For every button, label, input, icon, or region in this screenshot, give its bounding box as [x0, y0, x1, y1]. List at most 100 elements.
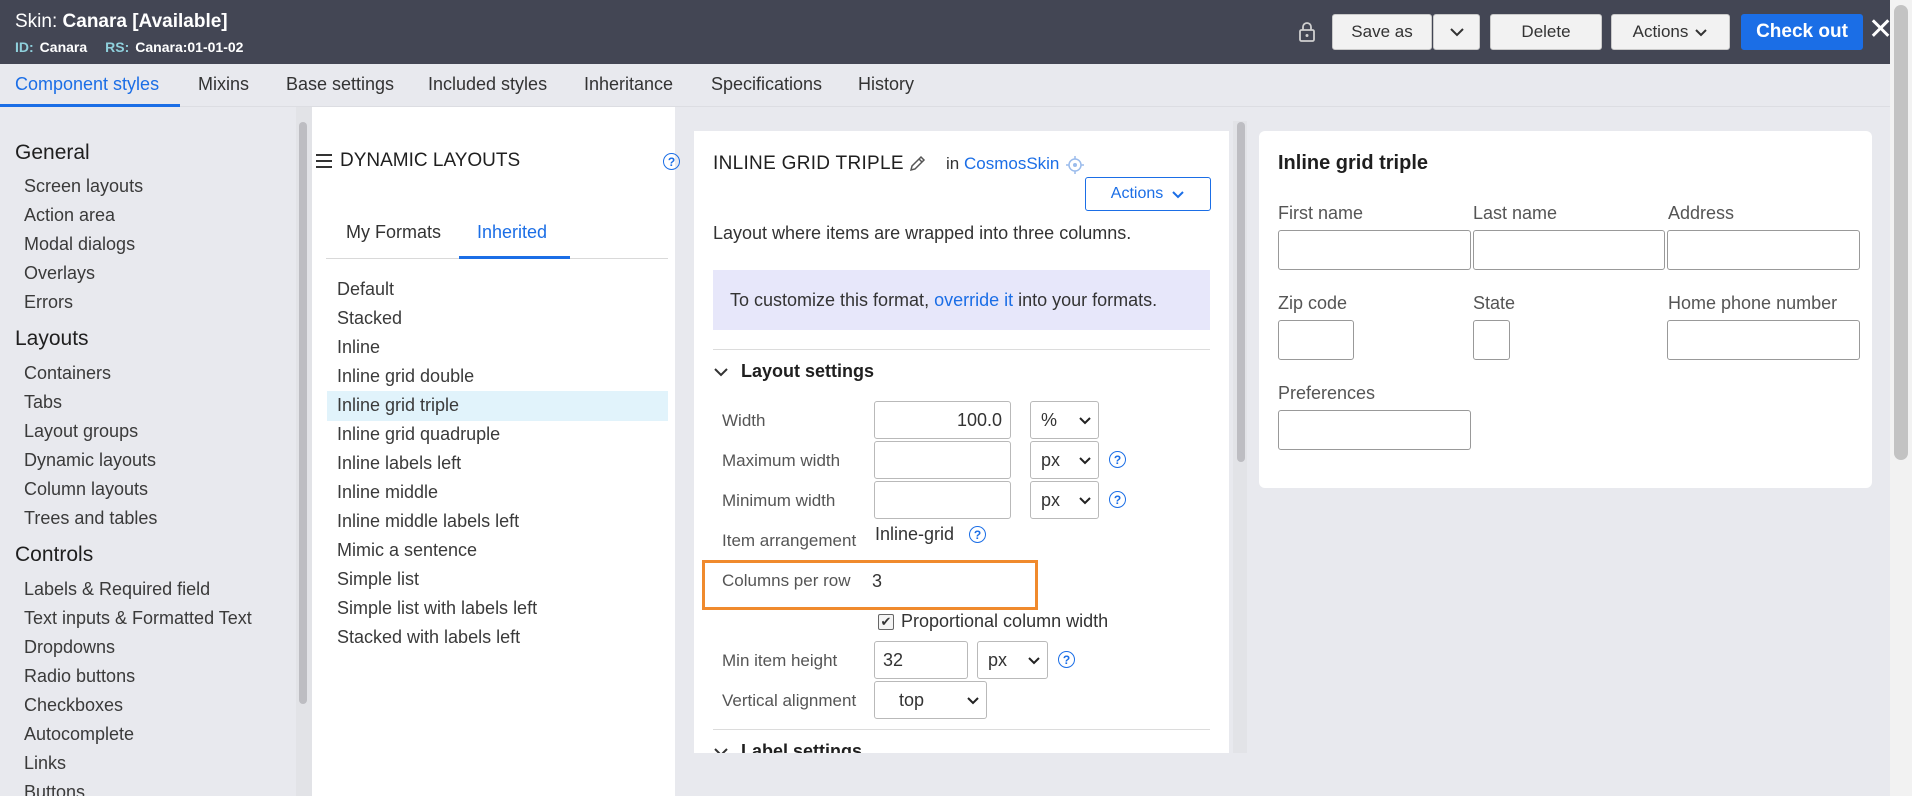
chevron-down-icon — [967, 696, 979, 704]
min-item-height-input[interactable]: 32 — [874, 641, 968, 679]
format-actions-label: Actions — [1110, 185, 1164, 202]
divider — [713, 729, 1210, 730]
format-item[interactable]: Stacked with labels left — [337, 627, 520, 648]
format-item[interactable]: Inline labels left — [337, 453, 461, 474]
component-nav: General Screen layouts Action area Modal… — [0, 107, 300, 796]
max-width-unit-select[interactable]: px — [1030, 441, 1099, 479]
tab-mixins[interactable]: Mixins — [198, 74, 249, 95]
format-editor: INLINE GRID TRIPLE in CosmosSkin Actions… — [694, 131, 1229, 753]
nav-item[interactable]: Text inputs & Formatted Text — [24, 608, 252, 629]
delete-button[interactable]: Delete — [1490, 14, 1602, 50]
layout-settings-header[interactable]: Layout settings — [713, 361, 874, 382]
format-preview: Inline grid triple First name Last name … — [1259, 131, 1872, 488]
format-item[interactable]: Default — [337, 279, 394, 300]
chevron-down-icon — [1449, 28, 1464, 37]
preview-state-input[interactable] — [1473, 320, 1510, 360]
preview-field-label: First name — [1278, 203, 1364, 223]
tab-base-settings[interactable]: Base settings — [286, 74, 394, 95]
nav-item[interactable]: Column layouts — [24, 479, 148, 500]
proportional-column-label: Proportional column width — [901, 611, 1109, 631]
nav-item[interactable]: Checkboxes — [24, 695, 123, 716]
width-input[interactable]: 100.0 — [874, 401, 1011, 439]
help-icon[interactable]: ? — [1109, 491, 1126, 508]
chevron-down-icon — [1172, 190, 1184, 198]
format-item[interactable]: Inline middle labels left — [337, 511, 519, 532]
editor-scrollbar[interactable] — [1237, 122, 1245, 462]
help-icon[interactable]: ? — [663, 153, 680, 170]
nav-item[interactable]: Screen layouts — [24, 176, 143, 197]
preview-zip-input[interactable] — [1278, 320, 1354, 360]
tab-specifications[interactable]: Specifications — [711, 74, 822, 95]
help-icon[interactable]: ? — [969, 526, 986, 543]
tab-history[interactable]: History — [858, 74, 914, 95]
nav-item[interactable]: Autocomplete — [24, 724, 134, 745]
min-item-height-unit-select[interactable]: px — [977, 641, 1048, 679]
menu-icon[interactable] — [315, 153, 333, 174]
tab-component-styles[interactable]: Component styles — [15, 74, 159, 95]
preview-preferences-input[interactable] — [1278, 410, 1471, 450]
format-item[interactable]: Inline grid double — [337, 366, 474, 387]
nav-item[interactable]: Errors — [24, 292, 73, 313]
chevron-down-icon — [1028, 656, 1040, 664]
max-width-label: Maximum width — [722, 451, 841, 470]
vertical-alignment-select[interactable]: top — [874, 681, 987, 719]
tab-included-styles[interactable]: Included styles — [428, 74, 547, 95]
format-item[interactable]: Simple list with labels left — [337, 598, 537, 619]
chevron-down-icon — [1079, 416, 1091, 424]
label-settings-header[interactable]: Label settings — [713, 741, 862, 753]
nav-item[interactable]: Layout groups — [24, 421, 138, 442]
skin-link[interactable]: CosmosSkin — [964, 154, 1059, 173]
edit-pencil-icon[interactable] — [908, 154, 927, 178]
format-item[interactable]: Stacked — [337, 308, 402, 329]
preview-phone-input[interactable] — [1667, 320, 1860, 360]
page-scrollbar[interactable] — [1894, 5, 1908, 460]
help-icon[interactable]: ? — [1058, 651, 1075, 668]
preview-first-name-input[interactable] — [1278, 230, 1471, 270]
columns-per-row-value[interactable]: 3 — [872, 571, 882, 592]
format-description: Layout where items are wrapped into thre… — [713, 223, 1132, 243]
nav-item[interactable]: Containers — [24, 363, 111, 384]
preview-last-name-input[interactable] — [1473, 230, 1665, 270]
nav-item[interactable]: Labels & Required field — [24, 579, 210, 600]
save-as-button[interactable]: Save as — [1332, 14, 1432, 50]
nav-item-dynamic-layouts[interactable]: Dynamic layouts — [24, 450, 156, 471]
nav-item[interactable]: Overlays — [24, 263, 95, 284]
tab-my-formats[interactable]: My Formats — [346, 222, 441, 243]
nav-item[interactable]: Dropdowns — [24, 637, 115, 658]
nav-item[interactable]: Buttons — [24, 782, 85, 796]
tab-inheritance[interactable]: Inheritance — [584, 74, 673, 95]
format-item[interactable]: Mimic a sentence — [337, 540, 477, 561]
tab-inherited[interactable]: Inherited — [477, 222, 547, 243]
nav-section-layouts: Layouts — [15, 327, 89, 350]
min-width-unit-select[interactable]: px — [1030, 481, 1099, 519]
preview-field-label: Zip code — [1278, 293, 1348, 313]
check-out-button[interactable]: Check out — [1741, 14, 1863, 50]
proportional-column-checkbox[interactable]: ✔ — [878, 614, 894, 630]
min-width-input[interactable] — [874, 481, 1011, 519]
nav-item[interactable]: Trees and tables — [24, 508, 157, 529]
format-item-selected[interactable]: Inline grid triple — [337, 395, 459, 416]
format-item[interactable]: Inline — [337, 337, 380, 358]
preview-field-label: State — [1473, 293, 1516, 313]
columns-per-row-label: Columns per row — [722, 571, 851, 590]
preview-address-input[interactable] — [1667, 230, 1860, 270]
nav-item[interactable]: Modal dialogs — [24, 234, 135, 255]
nav-scrollbar[interactable] — [299, 122, 307, 704]
preview-field-label: Home phone number — [1668, 293, 1838, 313]
format-item[interactable]: Inline grid quadruple — [337, 424, 500, 445]
format-item[interactable]: Inline middle — [337, 482, 438, 503]
max-width-input[interactable] — [874, 441, 1011, 479]
width-unit-select[interactable]: % — [1030, 401, 1099, 439]
nav-item[interactable]: Action area — [24, 205, 115, 226]
save-as-dropdown-button[interactable] — [1433, 14, 1480, 50]
nav-item[interactable]: Tabs — [24, 392, 62, 413]
help-icon[interactable]: ? — [1109, 451, 1126, 468]
nav-item[interactable]: Links — [24, 753, 66, 774]
format-item[interactable]: Simple list — [337, 569, 419, 590]
override-link[interactable]: override it — [934, 290, 1013, 310]
format-title: INLINE GRID TRIPLE — [713, 153, 904, 174]
nav-item[interactable]: Radio buttons — [24, 666, 135, 687]
header-actions-button[interactable]: Actions — [1611, 14, 1730, 50]
format-actions-button[interactable]: Actions — [1085, 177, 1211, 211]
target-icon[interactable] — [1065, 155, 1085, 180]
